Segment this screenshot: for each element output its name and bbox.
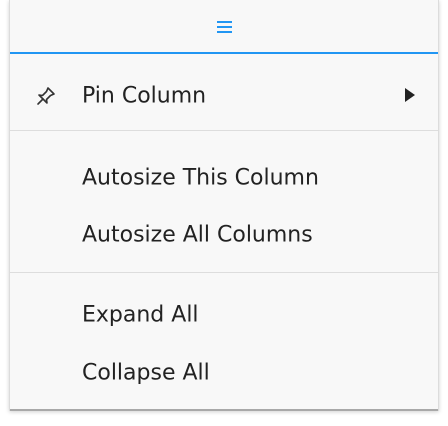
menu-item-autosize-this-column[interactable]: Autosize This Column [10, 150, 438, 206]
menu-item-label: Pin Column [82, 83, 207, 109]
menu-item-label: Autosize This Column [82, 165, 319, 191]
menu-item-pin-column[interactable]: Pin Column [10, 68, 438, 124]
hamburger-menu-icon[interactable] [217, 21, 232, 33]
menu-tab-bar [10, 0, 438, 54]
column-menu: Pin Column Autosize This Column Autosize… [9, 0, 439, 411]
menu-bottom-border [10, 409, 438, 411]
menu-item-expand-all[interactable]: Expand All [10, 287, 438, 343]
pin-icon [37, 87, 55, 105]
menu-item-label: Collapse All [82, 360, 210, 386]
menu-item-label: Autosize All Columns [82, 222, 313, 248]
menu-item-collapse-all[interactable]: Collapse All [10, 345, 438, 401]
submenu-arrow-icon [405, 88, 415, 102]
menu-item-label: Expand All [82, 302, 199, 328]
active-tab-underline [10, 52, 438, 54]
menu-item-autosize-all-columns[interactable]: Autosize All Columns [10, 207, 438, 263]
menu-separator [10, 130, 438, 131]
menu-separator [10, 272, 438, 273]
